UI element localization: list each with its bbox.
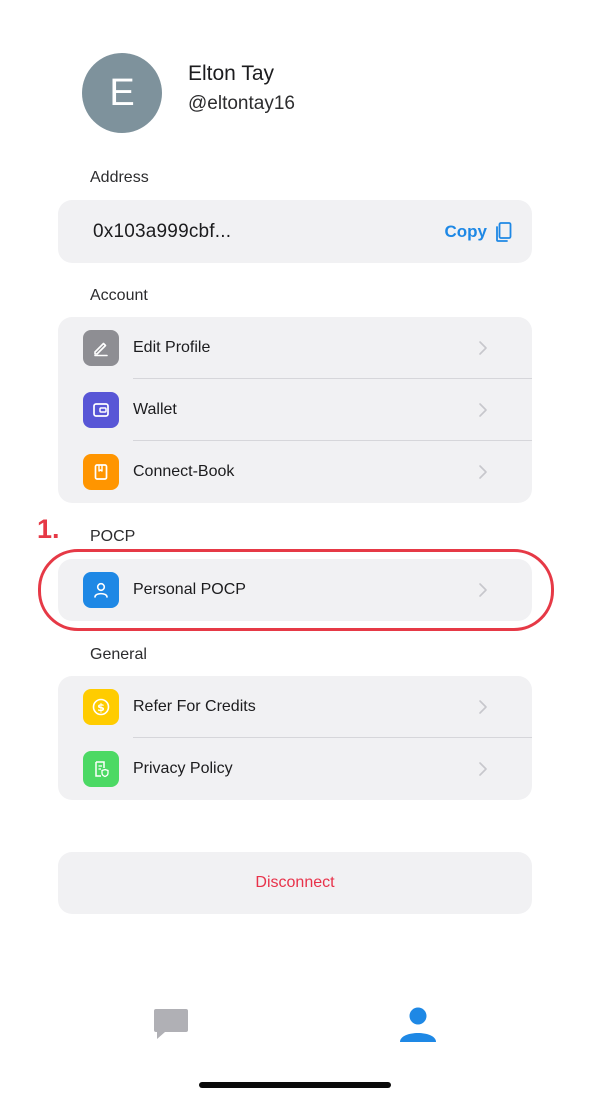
tab-profile[interactable] bbox=[398, 1004, 438, 1044]
step-number-annotation: 1. bbox=[37, 514, 60, 544]
chevron-right-icon bbox=[479, 762, 487, 776]
pencil-icon bbox=[83, 330, 119, 366]
chat-bubble-icon bbox=[154, 1009, 188, 1039]
connect-book-row[interactable]: Connect-Book bbox=[58, 441, 532, 503]
address-card: 0x103a999cbf... Copy bbox=[58, 200, 532, 263]
profile-handle: @eltontay16 bbox=[188, 93, 295, 114]
home-indicator bbox=[199, 1082, 391, 1088]
wallet-label: Wallet bbox=[133, 401, 177, 418]
document-shield-icon bbox=[83, 751, 119, 787]
svg-text:$: $ bbox=[97, 701, 105, 714]
disconnect-button[interactable]: Disconnect bbox=[58, 852, 532, 914]
book-icon bbox=[83, 454, 119, 490]
profile-text: Elton Tay @eltontay16 bbox=[188, 61, 295, 117]
account-card: Edit Profile Wallet Connect-Book bbox=[58, 317, 532, 503]
connect-book-label: Connect-Book bbox=[133, 463, 235, 480]
chevron-right-icon bbox=[479, 403, 487, 417]
wallet-address: 0x103a999cbf... bbox=[93, 220, 232, 242]
refer-for-credits-label: Refer For Credits bbox=[133, 698, 256, 715]
copy-icon bbox=[496, 221, 512, 242]
disconnect-label: Disconnect bbox=[255, 874, 335, 891]
copy-button[interactable]: Copy bbox=[445, 222, 513, 242]
edit-profile-row[interactable]: Edit Profile bbox=[58, 317, 532, 379]
pocp-section-label: POCP bbox=[90, 528, 136, 545]
privacy-policy-label: Privacy Policy bbox=[133, 760, 233, 777]
refer-for-credits-row[interactable]: $ Refer For Credits bbox=[58, 676, 532, 738]
chevron-right-icon bbox=[479, 341, 487, 355]
address-section-label: Address bbox=[90, 169, 149, 186]
copy-label: Copy bbox=[444, 221, 488, 241]
highlight-annotation bbox=[38, 549, 554, 631]
avatar[interactable]: E bbox=[82, 53, 162, 133]
wallet-row[interactable]: Wallet bbox=[58, 379, 532, 441]
account-section-label: Account bbox=[90, 287, 148, 304]
chevron-right-icon bbox=[479, 700, 487, 714]
tab-chat[interactable] bbox=[151, 1004, 191, 1044]
privacy-policy-row[interactable]: Privacy Policy bbox=[58, 738, 532, 800]
general-card: $ Refer For Credits Privacy Policy bbox=[58, 676, 532, 800]
general-section-label: General bbox=[90, 646, 147, 663]
chevron-right-icon bbox=[479, 465, 487, 479]
wallet-icon bbox=[83, 392, 119, 428]
dollar-coin-icon: $ bbox=[83, 689, 119, 725]
edit-profile-label: Edit Profile bbox=[133, 339, 211, 356]
profile-name: Elton Tay bbox=[188, 62, 274, 85]
profile-icon bbox=[400, 1007, 436, 1042]
profile-header: E Elton Tay @eltontay16 bbox=[82, 53, 295, 133]
